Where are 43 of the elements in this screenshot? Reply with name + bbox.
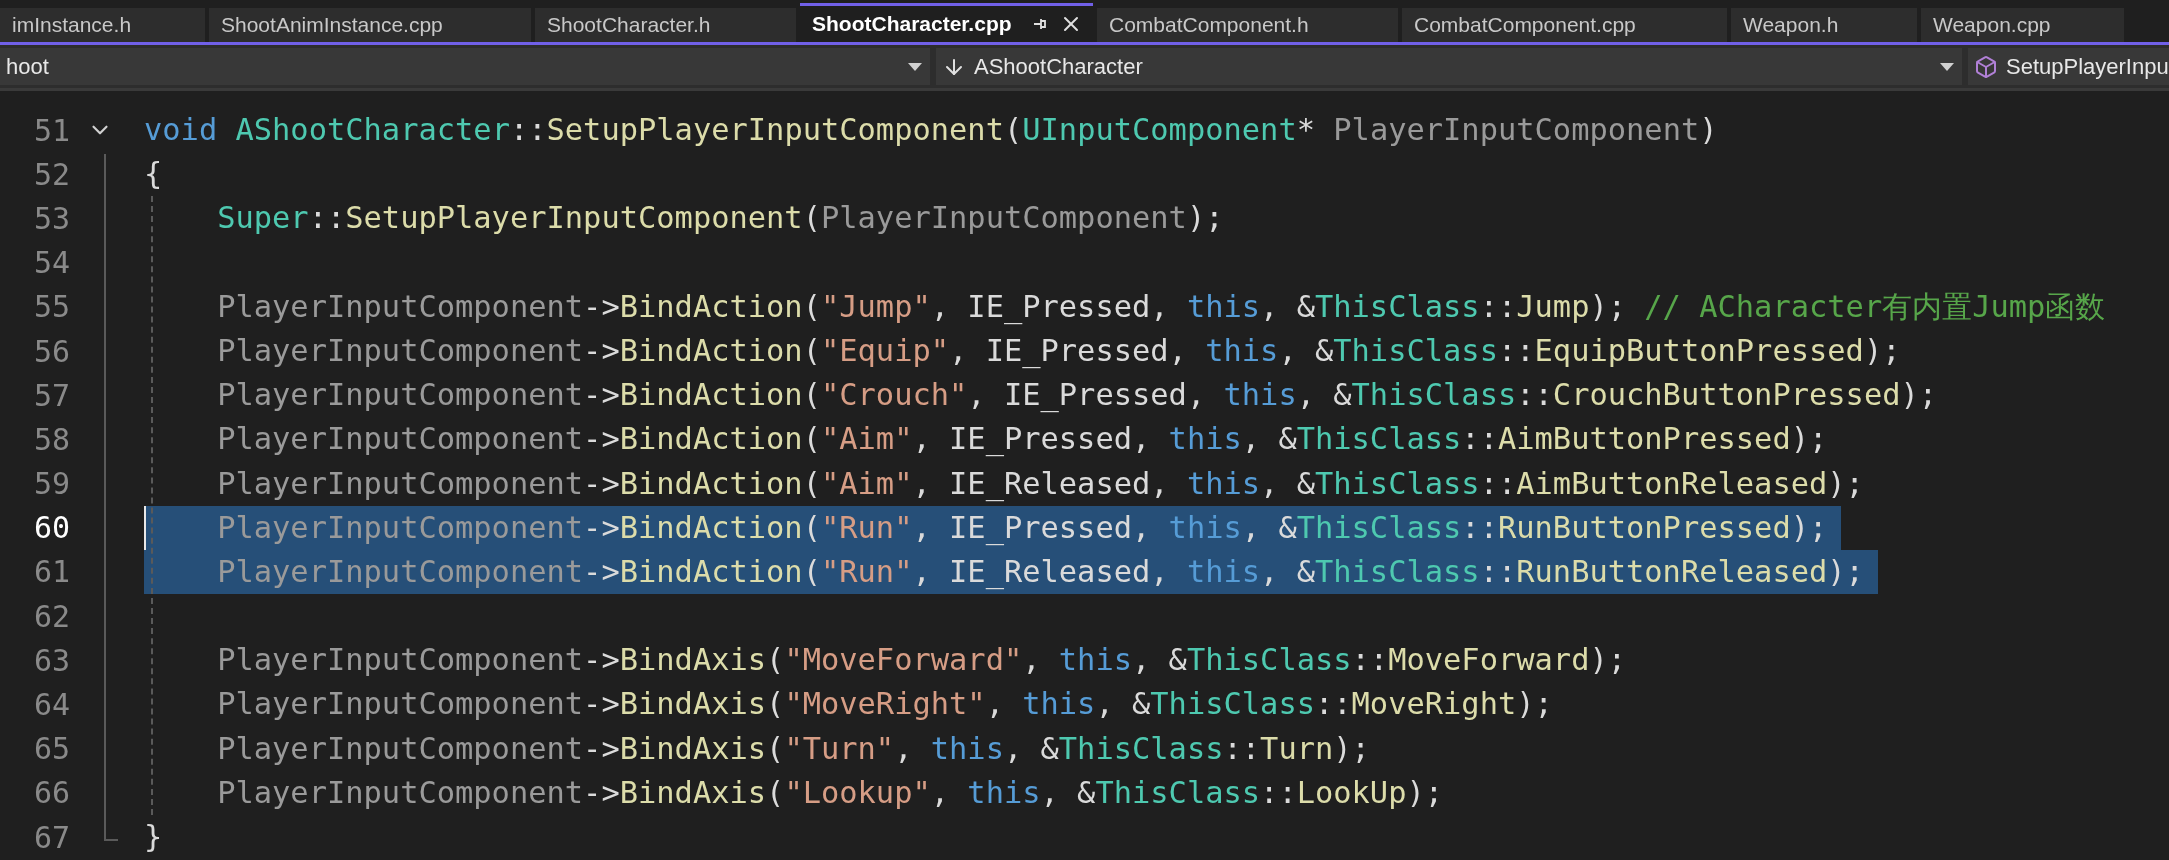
line-number: 67 (33, 819, 70, 855)
code-line: Super::SetupPlayerInputComponent(PlayerInputComponent); (216, 199, 1224, 238)
cube-icon (1974, 54, 1998, 79)
line-number: 56 (33, 333, 70, 369)
line-number: 55 (33, 289, 70, 325)
file-tab[interactable]: Weapon.h (1731, 8, 1917, 42)
code-line: PlayerInputComponent->BindAxis("Lookup", this, &ThisClass::LookUp); (216, 773, 1444, 812)
dropdown-caret-icon (908, 62, 922, 71)
code-line: PlayerInputComponent->BindAxis("Turn", this, &ThisClass::Turn); (216, 729, 1370, 768)
file-tab[interactable]: imInstance.h (0, 8, 205, 42)
navigation-dropdown[interactable]: hoot (0, 48, 930, 85)
dropdown-caret-icon (1940, 62, 1954, 71)
line-number: 54 (33, 245, 70, 281)
line-number: 53 (33, 200, 70, 236)
line-number: 57 (33, 377, 70, 413)
line-number: 64 (33, 687, 70, 723)
code-line: PlayerInputComponent->BindAxis("MoveRight", this, &ThisClass::MoveRight); (216, 685, 1553, 724)
code-line: PlayerInputComponent->BindAction("Jump", IE_Pressed, this, &ThisClass::Jump); // ACharacter有内置Jump函数 (216, 287, 2106, 327)
code-line: } (144, 818, 163, 856)
file-tab[interactable]: ShootCharacter.h (535, 8, 796, 42)
line-number: 66 (33, 775, 70, 811)
file-tab[interactable]: Weapon.cpp (1921, 8, 2124, 42)
line-number: 58 (33, 421, 70, 457)
code-line: PlayerInputComponent->BindAction("Aim", IE_Released, this, &ThisClass::AimButtonReleased); (216, 464, 1864, 504)
line-number: 60 (33, 510, 70, 546)
code-line: PlayerInputComponent->BindAction("Aim", IE_Pressed, this, &ThisClass::AimButtonPressed); (216, 420, 1828, 459)
line-number: 62 (33, 598, 70, 634)
code-line: PlayerInputComponent->BindAxis("MoveForward", this, &ThisClass::MoveForward); (216, 641, 1627, 680)
line-number: 63 (33, 642, 70, 678)
code-line: { (144, 155, 163, 194)
navigation-dropdown[interactable]: AShootCharacter (936, 48, 1962, 85)
navigation-dropdown[interactable]: SetupPlayerInpu (1968, 48, 2169, 85)
file-tab[interactable]: CombatComponent.h (1097, 8, 1398, 42)
code-line: PlayerInputComponent->BindAction("Equip", IE_Pressed, this, &ThisClass::EquipButtonPressed); (216, 331, 1901, 371)
line-number: 51 (33, 112, 70, 148)
code-line: PlayerInputComponent->BindAction("Crouch", IE_Pressed, this, &ThisClass::CrouchButtonPressed); (216, 376, 1938, 415)
line-number: 52 (33, 156, 70, 192)
line-number: 59 (33, 466, 70, 502)
line-number: 65 (33, 731, 70, 767)
file-tab[interactable]: CombatComponent.cpp (1402, 8, 1727, 42)
file-tab[interactable]: ShootAnimInstance.cpp (209, 8, 531, 42)
line-number: 61 (33, 554, 70, 590)
code-line: void AShootCharacter::SetupPlayerInputComponent(UInputComponent* PlayerInputComponent) (144, 111, 1718, 149)
